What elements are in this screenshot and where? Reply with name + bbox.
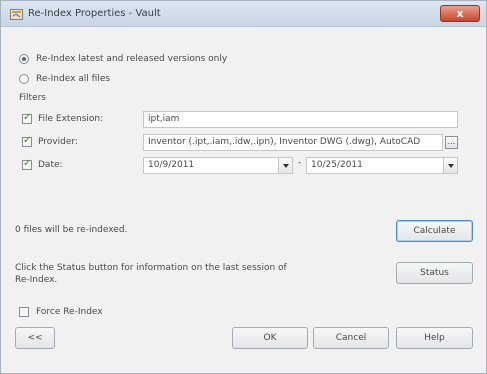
close-icon: x (456, 7, 464, 20)
filters-header: Filters (19, 93, 46, 103)
reindex-properties-dialog: Re-Index Properties - Vault x Re-Index l… (0, 0, 487, 374)
reindex-latest-radio[interactable] (19, 54, 29, 64)
file-extension-input[interactable]: ipt,iam (143, 111, 458, 128)
file-extension-label: File Extension: (38, 114, 104, 124)
dialog-content: Re-Index latest and released versions on… (1, 28, 486, 373)
vault-app-icon (10, 9, 23, 20)
close-button[interactable]: x (440, 5, 480, 22)
files-count-message: 0 files will be re-indexed. (15, 225, 128, 235)
date-label: Date: (38, 160, 63, 170)
date-from-combo[interactable]: 10/9/2011 (143, 157, 293, 174)
force-reindex-checkbox[interactable] (19, 307, 29, 317)
reindex-all-radio[interactable] (19, 74, 29, 84)
help-button[interactable]: Help (396, 327, 473, 349)
status-button[interactable]: Status (396, 262, 473, 284)
provider-checkbox[interactable] (22, 135, 32, 147)
title-bar[interactable]: Re-Index Properties - Vault x (1, 1, 486, 27)
window-title: Re-Index Properties - Vault (28, 8, 161, 19)
status-hint-line2: Re-Index. (15, 275, 58, 285)
date-from-value: 10/9/2011 (148, 160, 195, 170)
reindex-all-label[interactable]: Re-Index all files (36, 74, 110, 84)
reindex-latest-label[interactable]: Re-Index latest and released versions on… (36, 54, 227, 64)
file-extension-checkbox[interactable] (22, 112, 32, 124)
provider-label: Provider: (38, 137, 78, 147)
date-to-value: 10/25/2011 (311, 160, 363, 170)
calculate-button[interactable]: Calculate (396, 220, 473, 242)
date-checkbox[interactable] (22, 158, 32, 170)
cancel-button[interactable]: Cancel (313, 327, 389, 349)
collapse-button[interactable]: << (15, 327, 55, 349)
date-to-dropdown-icon[interactable] (443, 158, 457, 173)
date-from-dropdown-icon[interactable] (278, 158, 292, 173)
status-hint-line1: Click the Status button for information … (15, 263, 287, 273)
force-reindex-label[interactable]: Force Re-Index (36, 307, 103, 317)
provider-browse-button[interactable]: ... (445, 136, 458, 149)
ok-button[interactable]: OK (232, 327, 308, 349)
provider-input[interactable]: Inventor (.ipt,.iam,.idw,.ipn), Inventor… (143, 134, 443, 151)
date-to-combo[interactable]: 10/25/2011 (306, 157, 458, 174)
date-range-separator: - (298, 158, 302, 168)
